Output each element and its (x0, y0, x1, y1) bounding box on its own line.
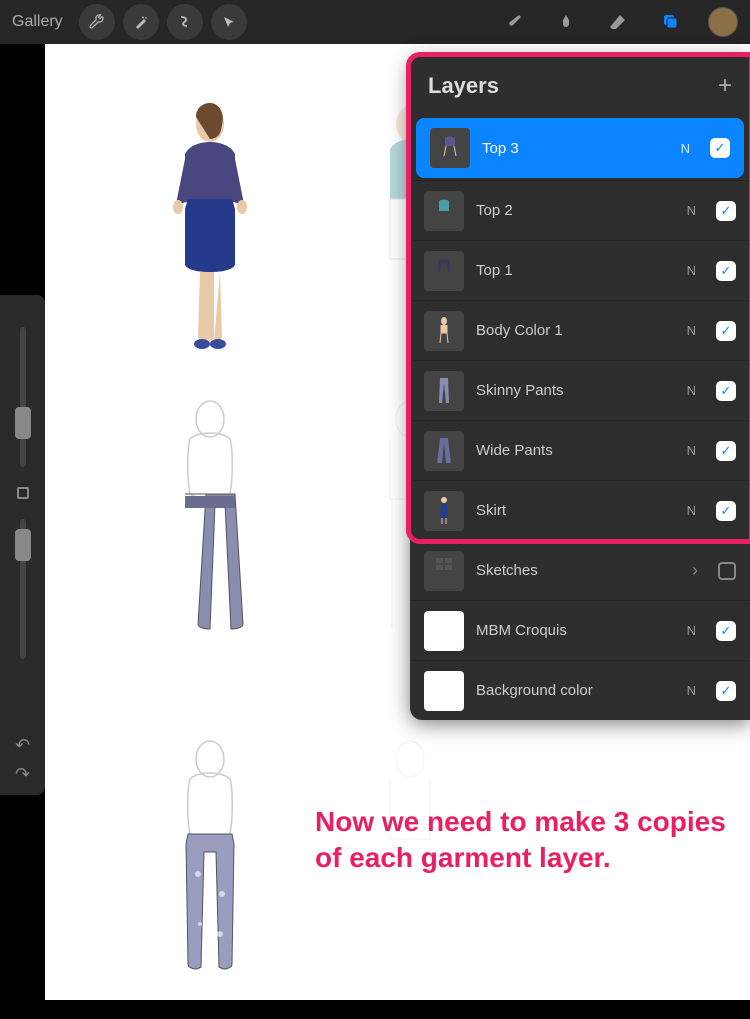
layer-blend-mode[interactable]: N (687, 443, 696, 458)
annotation-text: Now we need to make 3 copies of each gar… (315, 804, 750, 877)
layers-tool-button[interactable] (654, 6, 686, 38)
layer-visibility-checkbox[interactable]: ✓ (716, 621, 736, 641)
smudge-tool-button[interactable] (550, 6, 582, 38)
layer-blend-mode[interactable]: N (687, 323, 696, 338)
brush-size-slider[interactable] (20, 327, 26, 467)
layer-thumbnail (424, 611, 464, 651)
layer-item[interactable]: Top 2 N ✓ (410, 180, 750, 240)
modifier-button[interactable] (17, 487, 29, 499)
opacity-slider[interactable] (20, 519, 26, 659)
layers-panel: Layers + Top 3N✓Top 2N✓Top 1N✓Body Color… (410, 56, 750, 720)
layer-blend-mode[interactable]: N (687, 683, 696, 698)
layer-blend-mode[interactable]: N (681, 141, 690, 156)
wand-tool-button[interactable] (123, 4, 159, 40)
layer-name-label: Top 3 (482, 140, 669, 157)
layer-visibility-checkbox[interactable] (718, 562, 736, 580)
layer-item[interactable]: MBM Croquis N ✓ (410, 600, 750, 660)
layer-item[interactable]: Skirt N ✓ (410, 480, 750, 540)
redo-button[interactable]: ↷ (15, 764, 30, 785)
layer-item[interactable]: Sketches › (410, 540, 750, 600)
layer-thumbnail (424, 431, 464, 471)
figure-sketch-3 (150, 394, 270, 679)
layer-name-label: Top 2 (476, 202, 675, 219)
layer-visibility-checkbox[interactable]: ✓ (716, 441, 736, 461)
selection-tool-button[interactable] (167, 4, 203, 40)
layer-thumbnail (424, 311, 464, 351)
layer-visibility-checkbox[interactable]: ✓ (716, 261, 736, 281)
layer-blend-mode[interactable]: N (687, 383, 696, 398)
layer-name-label: MBM Croquis (476, 622, 675, 639)
figure-sketch-1 (150, 99, 270, 384)
arrow-tool-button[interactable] (211, 4, 247, 40)
layer-item[interactable]: Skinny Pants N ✓ (410, 360, 750, 420)
layer-blend-mode[interactable]: N (687, 503, 696, 518)
layer-name-label: Skinny Pants (476, 382, 675, 399)
layer-item[interactable]: Top 1 N ✓ (410, 240, 750, 300)
undo-button[interactable]: ↶ (15, 735, 30, 756)
layer-thumbnail (424, 671, 464, 711)
layer-blend-mode[interactable]: N (687, 263, 696, 278)
chevron-right-icon: › (692, 560, 698, 581)
layer-visibility-checkbox[interactable]: ✓ (716, 501, 736, 521)
figure-sketch-5 (150, 734, 270, 1019)
layer-visibility-checkbox[interactable]: ✓ (710, 138, 730, 158)
eraser-tool-button[interactable] (602, 6, 634, 38)
layer-thumbnail (424, 251, 464, 291)
layer-name-label: Wide Pants (476, 442, 675, 459)
layer-item[interactable]: Wide Pants N ✓ (410, 420, 750, 480)
layer-thumbnail (424, 551, 464, 591)
layer-visibility-checkbox[interactable]: ✓ (716, 321, 736, 341)
layer-item[interactable]: Body Color 1 N ✓ (410, 300, 750, 360)
layer-thumbnail (424, 371, 464, 411)
layer-visibility-checkbox[interactable]: ✓ (716, 201, 736, 221)
layer-name-label: Top 1 (476, 262, 675, 279)
layer-thumbnail (424, 191, 464, 231)
left-sidebar: ↶ ↷ (0, 295, 45, 795)
add-layer-button[interactable]: + (718, 72, 732, 100)
layer-item[interactable]: Background color N ✓ (410, 660, 750, 720)
layer-name-label: Background color (476, 682, 675, 699)
layer-visibility-checkbox[interactable]: ✓ (716, 681, 736, 701)
layer-visibility-checkbox[interactable]: ✓ (716, 381, 736, 401)
layer-thumbnail (430, 128, 470, 168)
layer-name-label: Sketches (476, 562, 680, 579)
layer-name-label: Skirt (476, 502, 675, 519)
top-toolbar: Gallery (0, 0, 750, 44)
layer-blend-mode[interactable]: N (687, 623, 696, 638)
layer-name-label: Body Color 1 (476, 322, 675, 339)
layers-panel-title: Layers (428, 73, 499, 99)
layer-blend-mode[interactable]: N (687, 203, 696, 218)
gallery-button[interactable]: Gallery (12, 13, 63, 31)
brush-tool-button[interactable] (498, 6, 530, 38)
wrench-tool-button[interactable] (79, 4, 115, 40)
layer-item[interactable]: Top 3 N ✓ (416, 118, 744, 178)
color-picker-button[interactable] (708, 7, 738, 37)
layer-thumbnail (424, 491, 464, 531)
